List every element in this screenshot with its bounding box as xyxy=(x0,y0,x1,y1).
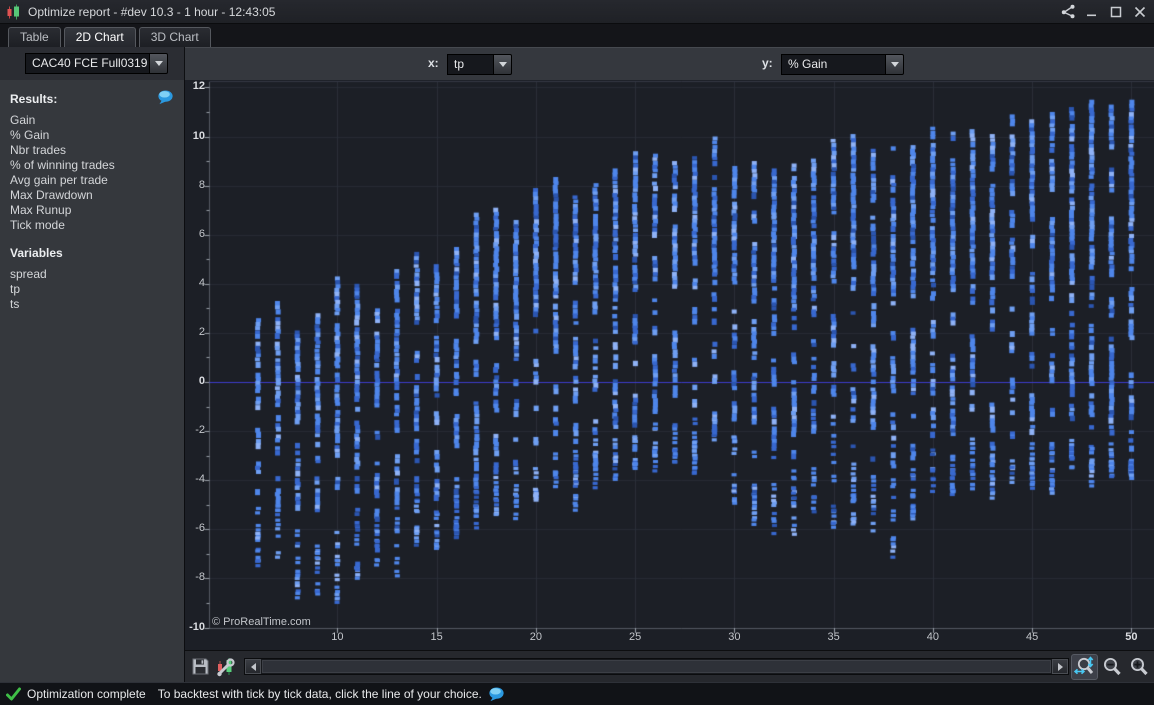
y-tick-label: -4 xyxy=(195,473,205,486)
y-axis-dropdown[interactable]: % Gain xyxy=(781,54,904,75)
chart-watermark: © ProRealTime.com xyxy=(212,616,311,628)
variable-item-ts[interactable]: ts xyxy=(10,297,174,312)
chevron-down-icon xyxy=(498,62,507,67)
x-axis-selector-label: x: xyxy=(428,56,439,70)
minimize-button[interactable] xyxy=(1084,4,1100,20)
minimize-icon xyxy=(1087,14,1096,16)
x-tick-label: 10 xyxy=(331,631,344,643)
variables-header: Variables xyxy=(10,246,63,260)
x-tick-label: 20 xyxy=(529,631,543,643)
status-text: Optimization complete xyxy=(27,687,146,701)
tab-2d-chart[interactable]: 2D Chart xyxy=(63,27,136,47)
x-tick-label: 45 xyxy=(1026,631,1039,643)
x-tick-label: 15 xyxy=(430,631,443,643)
zoom-out-button[interactable] xyxy=(1098,654,1125,680)
chart-pane: 12 10 8 6 4 2 0 -2 -4 -6 -8 -10 10 15 20 25 30 35 40 45 50 ©… xyxy=(185,80,1154,650)
zoom-in-icon xyxy=(1130,657,1148,675)
y-axis-selector-label: y: xyxy=(762,56,773,70)
scroll-track[interactable] xyxy=(261,659,1052,674)
zoom-in-button[interactable] xyxy=(1125,654,1152,680)
axis-selector-bar: x: tp y: % Gain xyxy=(185,47,1154,80)
result-item-gain[interactable]: Gain xyxy=(10,113,174,128)
y-tick-label: -10 xyxy=(189,620,205,633)
check-icon xyxy=(6,687,21,701)
x-axis-dropdown[interactable]: tp xyxy=(447,54,512,75)
x-tick-label: 25 xyxy=(629,631,642,643)
backtest-settings-button[interactable] xyxy=(214,655,238,679)
x-axis-value: tp xyxy=(447,54,493,75)
y-tick-label: 12 xyxy=(192,80,205,93)
x-tick-label: 50 xyxy=(1125,631,1138,643)
chart-h-scrollbar[interactable] xyxy=(244,658,1069,675)
tab-table[interactable]: Table xyxy=(8,27,61,47)
variable-item-spread[interactable]: spread xyxy=(10,267,174,282)
instrument-value: CAC40 FCE Full0319 xyxy=(25,53,149,74)
floppy-disk-icon xyxy=(192,658,208,675)
help-bubble-icon[interactable] xyxy=(157,90,174,105)
y-tick-label: 2 xyxy=(198,325,205,338)
y-tick-label: 4 xyxy=(198,276,205,289)
y-axis-value: % Gain xyxy=(781,54,885,75)
maximize-icon xyxy=(1110,6,1122,17)
zoom-fit-icon xyxy=(1073,655,1093,674)
scroll-thumb[interactable] xyxy=(262,660,1051,673)
results-sidebar: Results: Gain% Gain Nbr trades% of winnin… xyxy=(0,80,185,682)
close-icon xyxy=(1134,6,1146,17)
chart-column: 12 10 8 6 4 2 0 -2 -4 -6 -8 -10 10 15 20 25 30 35 40 45 50 ©… xyxy=(185,80,1154,682)
x-tick-label: 40 xyxy=(926,631,940,643)
results-list: Gain% Gain Nbr trades% of winning trades A… xyxy=(10,113,174,233)
result-item--gain[interactable]: % Gain xyxy=(10,128,174,143)
arrow-left-icon xyxy=(250,662,256,671)
zoom-out-icon xyxy=(1103,657,1121,675)
y-tick-label: 10 xyxy=(192,129,205,142)
status-message: To backtest with tick by tick data, clic… xyxy=(157,687,482,701)
tab-bar: Table 2D Chart 3D Chart xyxy=(0,24,1154,47)
main-body: Results: Gain% Gain Nbr trades% of winnin… xyxy=(0,80,1154,682)
y-tick-label: -2 xyxy=(195,424,205,437)
save-button[interactable] xyxy=(188,655,212,679)
result-item-avg-gain-per-trade[interactable]: Avg gain per trade xyxy=(10,173,174,188)
y-axis-dropdown-button[interactable] xyxy=(885,54,904,75)
window-title: Optimize report - #dev 10.3 - 1 hour - 1… xyxy=(28,4,276,19)
x-tick-label: 30 xyxy=(728,631,741,643)
y-tick-label: -6 xyxy=(195,522,205,535)
maximize-button[interactable] xyxy=(1108,4,1124,20)
results-header: Results: xyxy=(10,92,58,106)
variables-list: spread tp ts xyxy=(10,267,174,312)
arrow-right-icon xyxy=(1057,662,1063,671)
candlestick-app-icon xyxy=(7,4,19,19)
close-button[interactable] xyxy=(1132,4,1148,20)
status-bar: Optimization complete To backtest with t… xyxy=(0,682,1154,705)
variable-item-tp[interactable]: tp xyxy=(10,282,174,297)
scroll-left-button[interactable] xyxy=(245,659,261,674)
title-bar: Optimize report - #dev 10.3 - 1 hour - 1… xyxy=(0,0,1154,24)
result-item-max-runup[interactable]: Max Runup xyxy=(10,203,174,218)
share-icon xyxy=(1061,4,1074,19)
scroll-right-button[interactable] xyxy=(1052,659,1068,674)
x-tick-label: 35 xyxy=(827,631,840,643)
scatter-chart-canvas[interactable] xyxy=(185,80,1154,650)
zoom-fit-button[interactable] xyxy=(1071,653,1098,680)
y-tick-label: 6 xyxy=(198,227,205,240)
result-item-tick-mode[interactable]: Tick mode xyxy=(10,218,174,233)
tab-3d-chart[interactable]: 3D Chart xyxy=(138,27,211,47)
result-item--of-winning-trades[interactable]: % of winning trades xyxy=(10,158,174,173)
share-button[interactable] xyxy=(1060,4,1076,20)
header-row: CAC40 FCE Full0319 x: tp y: % Gain xyxy=(0,47,1154,80)
instrument-panel: CAC40 FCE Full0319 xyxy=(0,47,185,80)
y-tick-label: 0 xyxy=(198,375,205,387)
instrument-dropdown-button[interactable] xyxy=(149,53,168,74)
chevron-down-icon xyxy=(154,61,163,66)
chevron-down-icon xyxy=(890,62,899,67)
chart-toolbar xyxy=(185,650,1154,682)
status-help-bubble-icon[interactable] xyxy=(488,686,505,702)
candlestick-wrench-icon xyxy=(216,657,235,676)
y-tick-label: 8 xyxy=(198,178,205,191)
optimize-report-window: Optimize report - #dev 10.3 - 1 hour - 1… xyxy=(0,0,1154,705)
y-tick-label: -8 xyxy=(195,571,205,584)
x-axis-dropdown-button[interactable] xyxy=(493,54,512,75)
instrument-dropdown[interactable]: CAC40 FCE Full0319 xyxy=(25,53,168,74)
result-item-nbr-trades[interactable]: Nbr trades xyxy=(10,143,174,158)
result-item-max-drawdown[interactable]: Max Drawdown xyxy=(10,188,174,203)
